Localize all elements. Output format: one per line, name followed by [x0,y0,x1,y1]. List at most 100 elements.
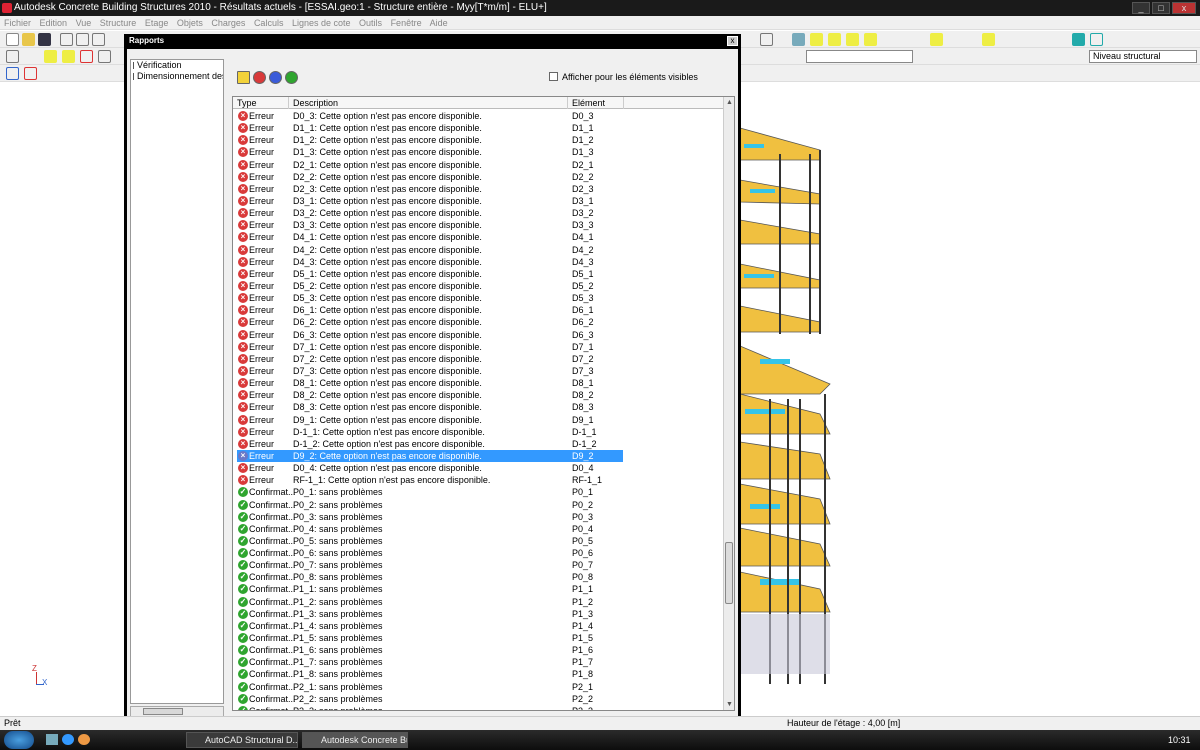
pan-icon[interactable] [982,33,995,46]
cut-icon[interactable] [60,33,73,46]
table-row[interactable]: × Erreur D7_2: Cette option n'est pas enco… [233,353,723,365]
table-vertical-scrollbar[interactable]: ▲ ▼ [723,97,734,710]
beam-icon[interactable] [44,50,57,63]
maximize-button[interactable]: □ [1152,2,1170,14]
tree-scroll-thumb[interactable] [143,708,183,715]
select-icon[interactable] [792,33,805,46]
menu-charges[interactable]: Charges [211,18,245,28]
floor-icon[interactable] [864,33,877,46]
table-row[interactable]: × Erreur D4_2: Cette option n'est pas enco… [233,244,723,256]
menu-outils[interactable]: Outils [359,18,382,28]
column-header-element[interactable]: Elément [568,97,624,109]
table-row[interactable]: ✓ Confirmat... P1_6: sans problèmes P1_6 [233,644,723,656]
table-row[interactable]: ✓ Confirmat... P1_5: sans problèmes P1_5 [233,632,723,644]
menu-objets[interactable]: Objets [177,18,203,28]
table-row[interactable]: × Erreur D5_1: Cette option n'est pas enco… [233,268,723,280]
table-row[interactable]: ✓ Confirmat... P0_3: sans problèmes P0_3 [233,511,723,523]
table-row[interactable]: × Erreur D9_1: Cette option n'est pas enco… [233,414,723,426]
table-row[interactable]: ✓ Confirmat... P0_5: sans problèmes P0_5 [233,535,723,547]
table-row[interactable]: ✓ Confirmat... P0_6: sans problèmes P0_6 [233,547,723,559]
tool-icon[interactable] [6,50,19,63]
table-row[interactable]: × Erreur D4_1: Cette option n'est pas enco… [233,231,723,243]
table-row[interactable]: × Erreur D6_2: Cette option n'est pas enco… [233,316,723,328]
column-header-description[interactable]: Description [289,97,568,109]
table-row[interactable]: × Erreur D1_1: Cette option n'est pas enco… [233,122,723,134]
menu-etage[interactable]: Etage [145,18,169,28]
table-row[interactable]: × Erreur D8_2: Cette option n'est pas enco… [233,389,723,401]
copy-icon[interactable] [76,33,89,46]
dialog-close-button[interactable]: x [727,36,738,46]
table-row[interactable]: × Erreur D8_3: Cette option n'est pas enco… [233,401,723,413]
view-icon[interactable] [760,33,773,46]
table-row[interactable]: × Erreur D6_3: Cette option n'est pas enco… [233,329,723,341]
table-row[interactable]: ✓ Confirmat... P0_4: sans problèmes P0_4 [233,523,723,535]
table-row[interactable]: × Erreur D3_1: Cette option n'est pas enco… [233,195,723,207]
scroll-down-icon[interactable]: ▼ [724,699,734,710]
table-row[interactable]: × Erreur D1_3: Cette option n'est pas enco… [233,146,723,158]
table-row[interactable]: × Erreur D-1_1: Cette option n'est pas enc… [233,426,723,438]
table-row[interactable]: × Erreur D3_3: Cette option n'est pas enco… [233,219,723,231]
home-icon[interactable] [1090,33,1103,46]
info-filter-icon[interactable] [269,71,282,84]
arrow-right-icon[interactable] [42,67,55,80]
menu-calculs[interactable]: Calculs [254,18,284,28]
table-row[interactable]: ✓ Confirmat... P0_8: sans problèmes P0_8 [233,571,723,583]
table-row[interactable]: × Erreur D7_3: Cette option n'est pas enco… [233,365,723,377]
menu-vue[interactable]: Vue [76,18,92,28]
tree-item-verification[interactable]: Vérification [131,60,223,71]
column-header-type[interactable]: Type [233,97,289,109]
confirmation-filter-icon[interactable] [285,71,298,84]
menu-edition[interactable]: Edition [40,18,68,28]
scroll-up-icon[interactable]: ▲ [724,97,734,108]
table-row[interactable]: × Erreur D2_2: Cette option n'est pas enco… [233,171,723,183]
arrow-down-icon[interactable] [62,67,75,80]
warning-filter-icon[interactable] [237,71,250,84]
table-row[interactable]: ✓ Confirmat... P0_2: sans problèmes P0_2 [233,499,723,511]
start-button[interactable] [4,731,34,749]
table-row[interactable]: ✓ Confirmat... P2_1: sans problèmes P2_1 [233,681,723,693]
zoom-icon[interactable] [930,33,943,46]
table-row[interactable]: ✓ Confirmat... P2_2: sans problèmes P2_2 [233,693,723,705]
view-combo[interactable] [806,50,913,63]
table-row[interactable]: ✓ Confirmat... P1_2: sans problèmes P1_2 [233,596,723,608]
table-row[interactable]: ✓ Confirmat... P1_7: sans problèmes P1_7 [233,656,723,668]
table-row[interactable]: × Erreur D9_2: Cette option n'est pas enco… [233,449,723,462]
table-row[interactable]: ✓ Confirmat... P1_3: sans problèmes P1_3 [233,608,723,620]
show-desktop-icon[interactable] [46,734,58,745]
floor-icon[interactable] [810,33,823,46]
error-filter-icon[interactable] [253,71,266,84]
table-row[interactable]: × Erreur D6_1: Cette option n'est pas enco… [233,304,723,316]
menu-structure[interactable]: Structure [100,18,137,28]
load-icon[interactable] [24,67,37,80]
open-folder-icon[interactable] [22,33,35,46]
table-row[interactable]: × Erreur D2_1: Cette option n'est pas enco… [233,159,723,171]
table-row[interactable]: × Erreur D3_2: Cette option n'est pas enco… [233,207,723,219]
table-row[interactable]: ✓ Confirmat... P2_3: sans problèmes P2_3 [233,705,723,710]
level-combo[interactable]: Niveau structural [1089,50,1197,63]
menu-aide[interactable]: Aide [430,18,448,28]
paste-icon[interactable] [92,33,105,46]
table-row[interactable]: ✓ Confirmat... P1_4: sans problèmes P1_4 [233,620,723,632]
table-row[interactable]: ✓ Confirmat... P1_1: sans problèmes P1_1 [233,583,723,595]
table-row[interactable]: × Erreur D0_3: Cette option n'est pas enco… [233,110,723,122]
browser-icon[interactable] [78,734,90,745]
menu-lignes-de-cote[interactable]: Lignes de cote [292,18,351,28]
load-icon[interactable] [6,67,19,80]
table-row[interactable]: × Erreur D1_2: Cette option n'est pas enco… [233,134,723,146]
table-row[interactable]: ✓ Confirmat... P0_1: sans problèmes P0_1 [233,486,723,498]
minimize-button[interactable]: _ [1132,2,1150,14]
table-row[interactable]: × Erreur RF-1_1: Cette option n'est pas en… [233,474,723,486]
wall-icon[interactable] [62,50,75,63]
table-row[interactable]: × Erreur D4_3: Cette option n'est pas enco… [233,256,723,268]
3d-view-icon[interactable] [1072,33,1085,46]
tree-item-dimensionnement[interactable]: Dimensionnement des élé [131,71,223,82]
menu-fenetre[interactable]: Fenêtre [391,18,422,28]
task-concrete-building[interactable]: Autodesk Concrete Bu... [302,732,408,748]
table-row[interactable]: × Erreur D8_1: Cette option n'est pas enco… [233,377,723,389]
floor-icon[interactable] [846,33,859,46]
table-row[interactable]: ✓ Confirmat... P0_7: sans problèmes P0_7 [233,559,723,571]
table-row[interactable]: × Erreur D7_1: Cette option n'est pas enco… [233,341,723,353]
close-button[interactable]: x [1172,2,1196,14]
line-icon[interactable] [98,50,111,63]
floor-icon[interactable] [828,33,841,46]
